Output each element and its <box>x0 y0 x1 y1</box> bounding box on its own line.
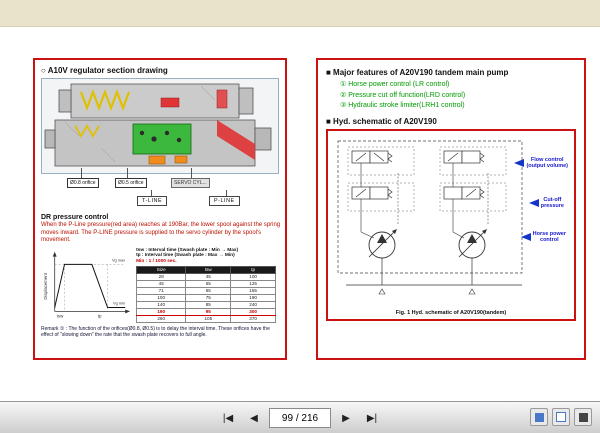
left-page-title: ○ A10V regulator section drawing <box>41 66 168 75</box>
col-tsw: tsw <box>185 265 232 274</box>
table-row: 28 45 100 <box>136 272 277 281</box>
t-line-label: T-LINE <box>137 196 168 206</box>
note-unit: Min : 1 / 1000 sec. <box>136 258 177 264</box>
previous-page-button[interactable]: ◀ <box>243 408 265 428</box>
regulator-diagram-area: Ø0.8 orifice Ø0.5 orifice SERVO CYL... T… <box>41 78 279 212</box>
toolbar-view-icons <box>530 408 592 426</box>
table-row: 260 105 370 <box>136 314 277 323</box>
graph-tsw-label: tsw <box>57 313 64 318</box>
document-page-area: ○ A10V regulator section drawing Ø0.8 or… <box>0 27 600 401</box>
callout-line <box>127 168 128 178</box>
schematic-title: ■ Hyd. schematic of A20V190 <box>326 117 437 126</box>
orifice-05-label: Ø0.5 orifice <box>115 178 147 188</box>
right-page: ■ Major features of A20V190 tandem main … <box>316 58 586 360</box>
note-tp: tp : Interval time (Swash plate : Max → … <box>136 252 235 258</box>
features-list: ① Horse power control (LR control) ② Pre… <box>326 80 576 109</box>
displacement-time-graph: Displacement Vg max Vg min tsw tp <box>43 251 131 318</box>
schematic-box: Flow control (output volume) Cut-off pre… <box>326 129 576 321</box>
pdf-viewer: ○ A10V regulator section drawing Ø0.8 or… <box>0 0 600 433</box>
feature-item-lrd: ② Pressure cut off function(LRD control) <box>340 91 466 99</box>
viewer-toolbar: |◀ ◀ ▶ ▶| <box>0 401 600 433</box>
next-page-button[interactable]: ▶ <box>335 408 357 428</box>
dr-pressure-heading: DR pressure control <box>41 214 109 221</box>
label-cutoff-pressure: Cut-off pressure <box>528 197 564 210</box>
table-row-highlighted: 190 95 300 <box>136 307 277 316</box>
col-size: Size <box>136 265 187 274</box>
label-flow-control: Flow control (output volume) <box>514 157 568 170</box>
last-page-button[interactable]: ▶| <box>361 408 383 428</box>
col-tp: tp <box>230 265 277 274</box>
graph-ylabel: Displacement <box>43 272 48 299</box>
graph-vgmin-label: Vg min <box>113 300 125 305</box>
interval-notes: tsw : Interval time (Swash plate : Min →… <box>136 248 279 323</box>
page-number-input[interactable] <box>269 408 331 428</box>
graph-vgmax-label: Vg max <box>112 257 125 262</box>
orifice-08-label: Ø0.8 orifice <box>67 178 99 188</box>
left-arrow-icon <box>514 159 525 168</box>
single-page-view-icon[interactable] <box>552 408 570 426</box>
figure-caption: Fig. 1 Hyd. schematic of A20V190(tandem) <box>395 310 507 316</box>
label-horse-power: Horse power control <box>520 231 566 244</box>
p-line-label: P-LINE <box>209 196 240 206</box>
left-page: ○ A10V regulator section drawing Ø0.8 or… <box>33 58 287 360</box>
thumbnails-view-icon[interactable] <box>530 408 548 426</box>
callout-line <box>191 168 192 178</box>
servo-cyl-label: SERVO CYL... <box>171 178 210 188</box>
table-row: 140 85 240 <box>136 300 277 309</box>
feature-item-lr: ① Horse power control (LR control) <box>340 81 450 88</box>
feature-item-lrh1: ③ Hydraulic stroke limiter(LRH1 control) <box>340 102 465 109</box>
table-row: 71 65 155 <box>136 286 277 295</box>
regulator-section-diagram <box>41 78 279 174</box>
interval-time-table: Size tsw tp 28 45 100 45 55 125 71 65 155 100 7… <box>136 265 277 323</box>
left-arrow-icon <box>520 233 531 242</box>
dr-pressure-text: When the P-Line pressure(red area) reach… <box>41 222 281 243</box>
table-row: 100 75 190 <box>136 293 277 302</box>
interval-time-section: Displacement Vg max Vg min tsw tp tsw : … <box>41 248 279 323</box>
remark-text: Remark ① : The function of the orifices(… <box>41 325 270 339</box>
hydraulic-schematic <box>337 140 523 295</box>
features-title: ■ Major features of A20V190 tandem main … <box>326 68 509 77</box>
first-page-button[interactable]: |◀ <box>217 408 239 428</box>
left-arrow-icon <box>528 199 539 208</box>
page-header-band <box>0 0 600 27</box>
graph-tp-label: tp <box>98 313 102 318</box>
table-row: 45 55 125 <box>136 279 277 288</box>
callout-line <box>81 168 82 178</box>
fit-screen-icon[interactable] <box>574 408 592 426</box>
